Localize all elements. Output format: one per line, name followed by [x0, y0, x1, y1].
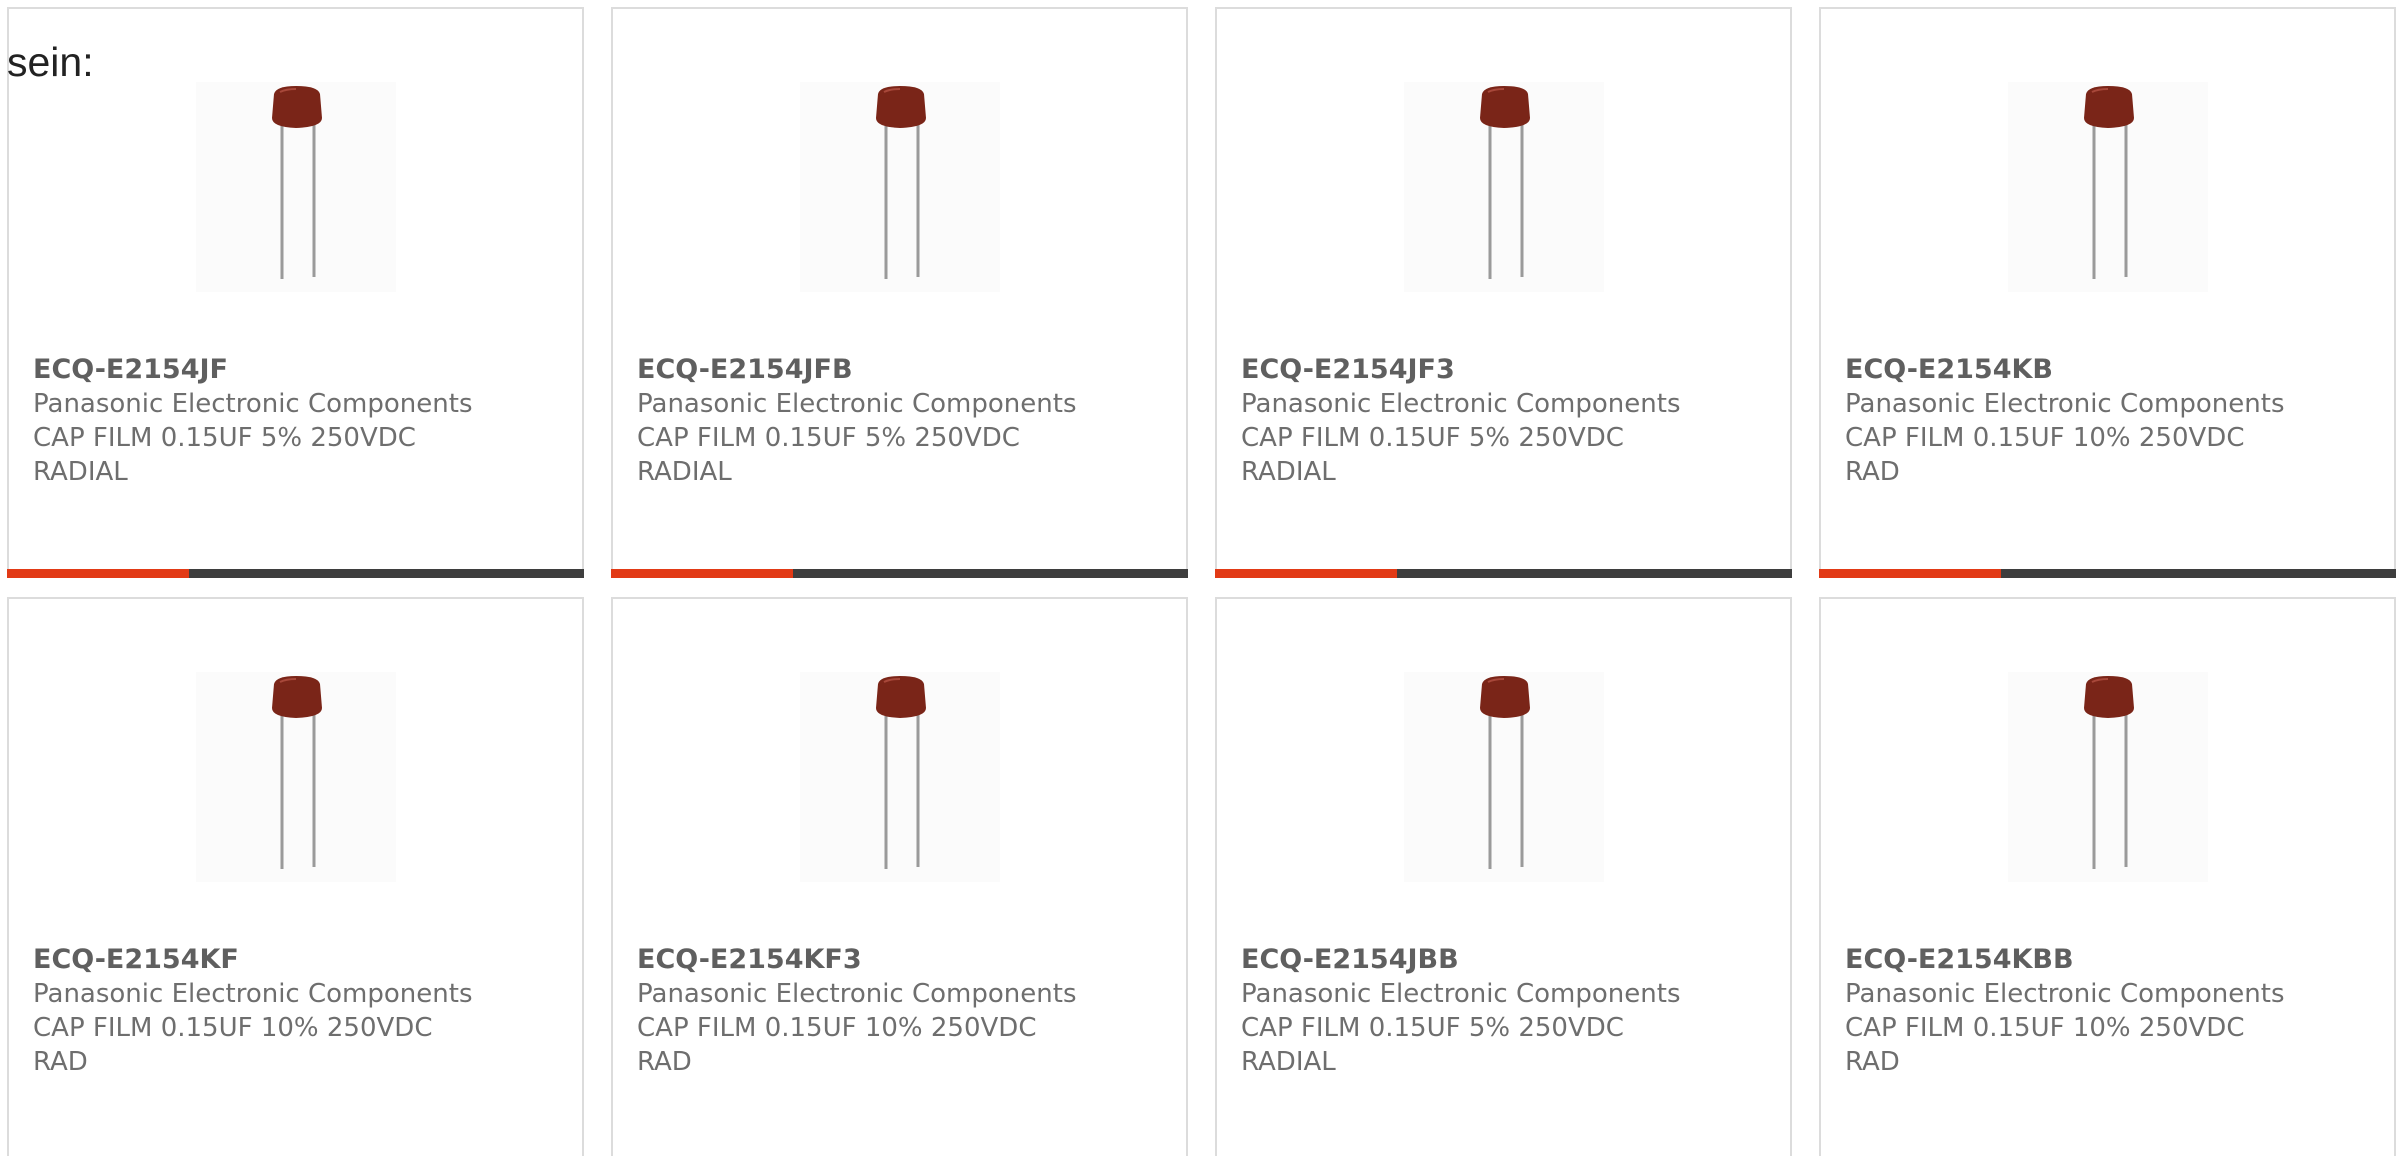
- film-capacitor-image[interactable]: [2008, 672, 2208, 882]
- product-card[interactable]: ECQ-E2154KF3 Panasonic Electronic Compon…: [611, 597, 1188, 1156]
- description-line1: CAP FILM 0.15UF 10% 250VDC: [1845, 423, 2245, 453]
- product-info: ECQ-E2154JFB Panasonic Electronic Compon…: [637, 353, 1176, 489]
- part-number[interactable]: ECQ-E2154JF: [33, 353, 572, 387]
- part-number[interactable]: ECQ-E2154JFB: [637, 353, 1176, 387]
- product-info: ECQ-E2154JBB Panasonic Electronic Compon…: [1241, 943, 1780, 1079]
- manufacturer: Panasonic Electronic Components: [637, 979, 1077, 1009]
- manufacturer: Panasonic Electronic Components: [637, 389, 1077, 419]
- description-line1: CAP FILM 0.15UF 10% 250VDC: [33, 1013, 433, 1043]
- description-line1: CAP FILM 0.15UF 10% 250VDC: [637, 1013, 1037, 1043]
- description-line1: CAP FILM 0.15UF 5% 250VDC: [1241, 423, 1624, 453]
- film-capacitor-image[interactable]: [800, 672, 1000, 882]
- product-card[interactable]: ECQ-E2154KBB Panasonic Electronic Compon…: [1819, 597, 2396, 1156]
- film-capacitor-image[interactable]: [196, 82, 396, 292]
- film-capacitor-icon: [876, 86, 926, 279]
- description-line1: CAP FILM 0.15UF 5% 250VDC: [33, 423, 416, 453]
- description-line2: RADIAL: [33, 457, 128, 487]
- product-card[interactable]: ECQ-E2154KF Panasonic Electronic Compone…: [7, 597, 584, 1156]
- progress-bar-fill: [1215, 569, 1397, 578]
- film-capacitor-icon: [272, 676, 322, 869]
- film-capacitor-icon: [876, 676, 926, 869]
- film-capacitor-icon: [2084, 676, 2134, 869]
- product-info: ECQ-E2154KBB Panasonic Electronic Compon…: [1845, 943, 2384, 1079]
- product-card[interactable]: ECQ-E2154JF Panasonic Electronic Compone…: [7, 7, 584, 578]
- description-line2: RADIAL: [637, 457, 732, 487]
- progress-bar: [611, 569, 1188, 578]
- film-capacitor-icon: [1480, 86, 1530, 279]
- film-capacitor-image[interactable]: [2008, 82, 2208, 292]
- part-number[interactable]: ECQ-E2154KB: [1845, 353, 2384, 387]
- description-line2: RAD: [33, 1047, 88, 1077]
- description-line2: RAD: [1845, 457, 1900, 487]
- progress-bar: [7, 569, 584, 578]
- product-info: ECQ-E2154JF3 Panasonic Electronic Compon…: [1241, 353, 1780, 489]
- film-capacitor-icon: [272, 86, 322, 279]
- description-line1: CAP FILM 0.15UF 5% 250VDC: [1241, 1013, 1624, 1043]
- part-number[interactable]: ECQ-E2154JBB: [1241, 943, 1780, 977]
- description-line2: RAD: [637, 1047, 692, 1077]
- part-number[interactable]: ECQ-E2154KBB: [1845, 943, 2384, 977]
- description-line2: RADIAL: [1241, 457, 1336, 487]
- product-card[interactable]: ECQ-E2154JBB Panasonic Electronic Compon…: [1215, 597, 1792, 1156]
- film-capacitor-icon: [2084, 86, 2134, 279]
- progress-bar: [1215, 569, 1792, 578]
- description-line2: RADIAL: [1241, 1047, 1336, 1077]
- part-number[interactable]: ECQ-E2154KF: [33, 943, 572, 977]
- progress-bar: [1819, 569, 2396, 578]
- description-line1: CAP FILM 0.15UF 10% 250VDC: [1845, 1013, 2245, 1043]
- manufacturer: Panasonic Electronic Components: [33, 389, 473, 419]
- progress-bar-fill: [611, 569, 793, 578]
- manufacturer: Panasonic Electronic Components: [1241, 979, 1681, 1009]
- product-card[interactable]: ECQ-E2154JFB Panasonic Electronic Compon…: [611, 7, 1188, 578]
- product-info: ECQ-E2154KF3 Panasonic Electronic Compon…: [637, 943, 1176, 1079]
- film-capacitor-image[interactable]: [800, 82, 1000, 292]
- progress-bar-fill: [7, 569, 189, 578]
- product-card[interactable]: ECQ-E2154KB Panasonic Electronic Compone…: [1819, 7, 2396, 578]
- progress-bar-fill: [1819, 569, 2001, 578]
- intro-text: sein:: [7, 39, 94, 85]
- film-capacitor-image[interactable]: [1404, 82, 1604, 292]
- description-line1: CAP FILM 0.15UF 5% 250VDC: [637, 423, 1020, 453]
- film-capacitor-icon: [1480, 676, 1530, 869]
- description-line2: RAD: [1845, 1047, 1900, 1077]
- part-number[interactable]: ECQ-E2154JF3: [1241, 353, 1780, 387]
- manufacturer: Panasonic Electronic Components: [1845, 979, 2285, 1009]
- film-capacitor-image[interactable]: [1404, 672, 1604, 882]
- manufacturer: Panasonic Electronic Components: [1241, 389, 1681, 419]
- film-capacitor-image[interactable]: [196, 672, 396, 882]
- product-info: ECQ-E2154JF Panasonic Electronic Compone…: [33, 353, 572, 489]
- part-number[interactable]: ECQ-E2154KF3: [637, 943, 1176, 977]
- manufacturer: Panasonic Electronic Components: [1845, 389, 2285, 419]
- product-card[interactable]: ECQ-E2154JF3 Panasonic Electronic Compon…: [1215, 7, 1792, 578]
- product-info: ECQ-E2154KB Panasonic Electronic Compone…: [1845, 353, 2384, 489]
- manufacturer: Panasonic Electronic Components: [33, 979, 473, 1009]
- product-info: ECQ-E2154KF Panasonic Electronic Compone…: [33, 943, 572, 1079]
